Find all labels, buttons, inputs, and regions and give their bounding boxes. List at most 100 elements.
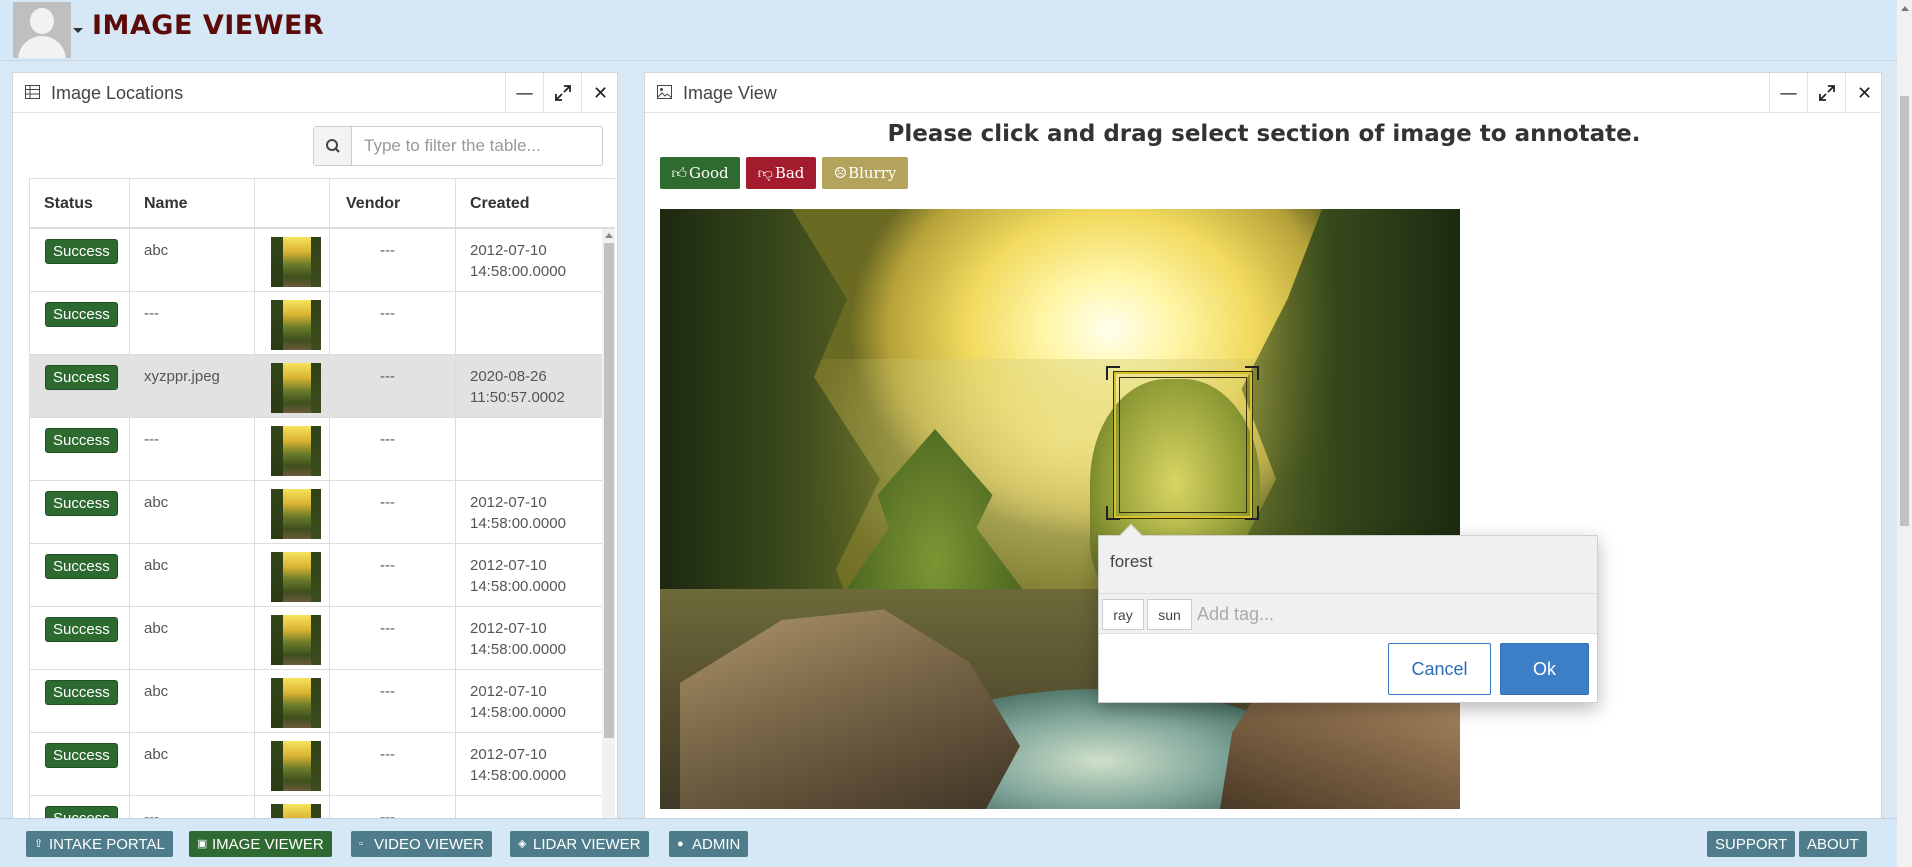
- thumbnail-cell: [255, 670, 330, 732]
- created-time: 14:58:00.0000: [470, 578, 566, 595]
- nav-intake-portal[interactable]: ⇧ INTAKE PORTAL: [26, 831, 173, 857]
- panel-header: Image View — ✕: [645, 73, 1881, 113]
- created-cell: 2012-07-10 14:58:00.0000: [456, 607, 615, 669]
- image-thumbnail[interactable]: [271, 552, 321, 602]
- nav-lidar-viewer[interactable]: ◈ LIDAR VIEWER: [510, 831, 649, 857]
- add-tag-input[interactable]: [1197, 600, 1557, 628]
- resize-handle[interactable]: [1245, 366, 1259, 380]
- name-text: abc: [144, 683, 169, 700]
- created-date: 2012-07-10: [470, 242, 547, 259]
- panel-title: Image View: [683, 83, 777, 103]
- image-view-panel: Image View — ✕ Please click and drag sel…: [644, 72, 1882, 822]
- blurry-button[interactable]: ☹ Blurry: [822, 157, 908, 189]
- nav-video-viewer[interactable]: ▫ VIDEO VIEWER: [351, 831, 493, 857]
- resize-handle[interactable]: [1245, 506, 1259, 520]
- window-scrollbar[interactable]: [1897, 0, 1912, 867]
- resize-handle[interactable]: [1106, 506, 1120, 520]
- footer-nav: ⇧ INTAKE PORTAL ▣ IMAGE VIEWER ▫ VIDEO VIEW…: [0, 818, 1897, 867]
- image-thumbnail[interactable]: [271, 363, 321, 413]
- expand-button[interactable]: [1807, 73, 1845, 113]
- image-thumbnail[interactable]: [271, 615, 321, 665]
- table-row[interactable]: Success abc --- 2012-07-10 14:58:00.0000: [30, 229, 615, 292]
- table-row[interactable]: Success abc --- 2012-07-10 14:58:00.0000: [30, 544, 615, 607]
- bad-button[interactable]: 👎︎ Bad: [746, 157, 816, 189]
- close-button[interactable]: ✕: [581, 73, 619, 113]
- table-row[interactable]: Success --- ---: [30, 418, 615, 481]
- scroll-up-icon[interactable]: [1901, 6, 1909, 11]
- resize-handle[interactable]: [1106, 366, 1120, 380]
- name-cell: xyzppr.jpeg: [130, 355, 255, 417]
- name-cell: abc: [130, 229, 255, 291]
- annotation-editor: forest ray sun Cancel Ok: [1098, 523, 1598, 703]
- minimize-button[interactable]: —: [505, 73, 543, 113]
- image-thumbnail[interactable]: [271, 237, 321, 287]
- status-badge: Success: [45, 491, 118, 516]
- created-date: 2012-07-10: [470, 494, 547, 511]
- status-badge: Success: [45, 239, 118, 264]
- created-date: 2012-07-10: [470, 557, 547, 574]
- image-thumbnail[interactable]: [271, 300, 321, 350]
- table-row[interactable]: Success --- ---: [30, 292, 615, 355]
- status-badge: Success: [45, 554, 118, 579]
- created-time: 14:58:00.0000: [470, 515, 566, 532]
- scrollbar-thumb[interactable]: [1900, 96, 1909, 526]
- thumbnail-cell: [255, 229, 330, 291]
- image-thumbnail[interactable]: [271, 678, 321, 728]
- comment-field[interactable]: forest: [1099, 536, 1597, 594]
- status-badge: Success: [45, 302, 118, 327]
- minimize-icon: —: [515, 82, 534, 104]
- name-cell: abc: [130, 481, 255, 543]
- column-status[interactable]: Status: [30, 179, 130, 228]
- tag-ray[interactable]: ray: [1102, 599, 1144, 630]
- ok-button[interactable]: Ok: [1500, 643, 1589, 695]
- user-avatar-icon[interactable]: [13, 2, 71, 58]
- tag-sun[interactable]: sun: [1147, 599, 1192, 630]
- good-button[interactable]: 👍︎ Good: [660, 157, 740, 189]
- created-cell: [456, 292, 615, 354]
- vendor-text: ---: [380, 746, 395, 763]
- column-vendor[interactable]: Vendor: [330, 179, 456, 228]
- vendor-cell: ---: [330, 733, 456, 795]
- nav-admin[interactable]: ● ADMIN: [669, 831, 749, 857]
- table-row[interactable]: Success abc --- 2012-07-10 14:58:00.0000: [30, 670, 615, 733]
- cube-icon: ◈: [518, 837, 527, 850]
- created-time: 14:58:00.0000: [470, 767, 566, 784]
- column-created[interactable]: Created: [456, 179, 615, 228]
- nav-image-viewer[interactable]: ▣ IMAGE VIEWER: [189, 831, 332, 857]
- created-cell: 2012-07-10 14:58:00.0000: [456, 733, 615, 795]
- expand-button[interactable]: [543, 73, 581, 113]
- table-icon: [25, 85, 40, 99]
- annotation-image[interactable]: [660, 209, 1460, 809]
- image-thumbnail[interactable]: [271, 741, 321, 791]
- vendor-text: ---: [380, 557, 395, 574]
- annotation-selection[interactable]: [1113, 371, 1253, 519]
- scrollbar-thumb[interactable]: [604, 243, 614, 738]
- filter-input[interactable]: [354, 127, 600, 165]
- thumbnail-cell: [255, 544, 330, 606]
- status-cell: Success: [30, 355, 130, 417]
- scroll-up-icon[interactable]: [605, 233, 613, 238]
- image-thumbnail[interactable]: [271, 426, 321, 476]
- image-thumbnail[interactable]: [271, 489, 321, 539]
- name-text: abc: [144, 494, 169, 511]
- blurry-label: Blurry: [848, 164, 897, 182]
- close-button[interactable]: ✕: [1845, 73, 1883, 113]
- table-row[interactable]: Success abc --- 2012-07-10 14:58:00.0000: [30, 733, 615, 796]
- status-badge: Success: [45, 428, 118, 453]
- support-button[interactable]: SUPPORT: [1707, 831, 1796, 857]
- column-name[interactable]: Name: [130, 179, 255, 228]
- name-cell: abc: [130, 607, 255, 669]
- table-row[interactable]: Success xyzppr.jpeg --- 2020-08-26 11:50:57.…: [30, 355, 615, 418]
- cancel-button[interactable]: Cancel: [1388, 643, 1491, 695]
- status-badge: Success: [45, 743, 118, 768]
- image-icon: ▣: [197, 837, 208, 850]
- table-row[interactable]: Success abc --- 2012-07-10 14:58:00.0000: [30, 481, 615, 544]
- table-scrollbar[interactable]: [602, 229, 615, 823]
- minimize-button[interactable]: —: [1769, 73, 1807, 113]
- thumbnail-cell: [255, 355, 330, 417]
- table-row[interactable]: Success abc --- 2012-07-10 14:58:00.0000: [30, 607, 615, 670]
- about-button[interactable]: ABOUT: [1799, 831, 1867, 857]
- chevron-down-icon[interactable]: [73, 28, 83, 33]
- status-cell: Success: [30, 292, 130, 354]
- search-icon: [314, 127, 352, 165]
